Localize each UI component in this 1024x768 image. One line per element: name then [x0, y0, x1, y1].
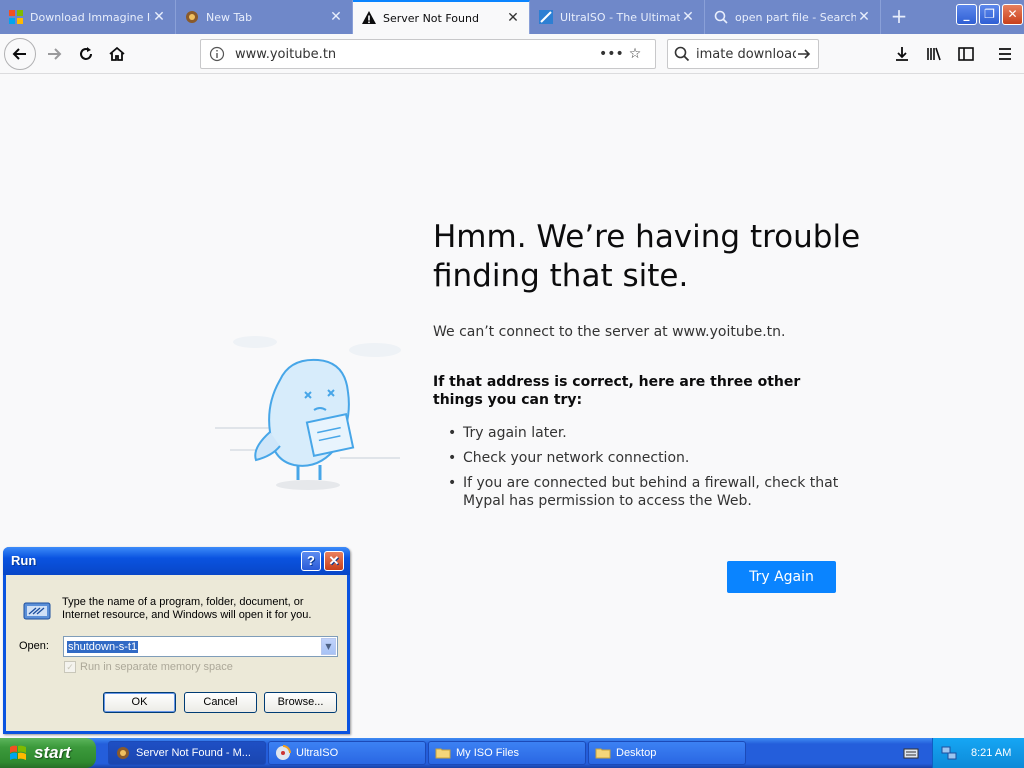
ultraiso-icon: [539, 10, 553, 24]
search-input[interactable]: imate download: [696, 47, 796, 62]
tab-close-icon[interactable]: ✕: [151, 9, 167, 25]
search-bar[interactable]: imate download: [667, 39, 819, 69]
sidebar-button[interactable]: [950, 38, 982, 70]
sidebar-icon: [958, 47, 974, 61]
taskbar-item-label: My ISO Files: [456, 747, 519, 759]
error-illustration: [215, 336, 401, 490]
library-icon: [927, 47, 941, 61]
suggestions-list: Try again later. Check your network conn…: [448, 424, 848, 517]
library-button[interactable]: [918, 38, 950, 70]
tab-open-part-file-search[interactable]: open part file - Search ✕: [705, 0, 881, 34]
close-button[interactable]: ✕: [324, 551, 344, 571]
cancel-button[interactable]: Cancel: [184, 692, 257, 713]
start-label: start: [34, 743, 71, 762]
tab-close-icon[interactable]: ✕: [680, 9, 696, 25]
tab-server-not-found[interactable]: Server Not Found ✕: [353, 0, 530, 34]
windows-logo-icon: [10, 745, 26, 760]
navigation-toolbar: www.yoitube.tn ••• ☆ imate download: [0, 34, 1024, 74]
tab-new-tab[interactable]: New Tab ✕: [176, 0, 353, 34]
list-item: Check your network connection.: [448, 449, 848, 467]
keyboard-icon[interactable]: [903, 746, 919, 760]
error-subtitle: If that address is correct, here are thr…: [433, 374, 801, 408]
back-icon: [12, 48, 26, 60]
mypal-icon: [186, 11, 198, 23]
taskbar-item-desktop[interactable]: Desktop: [588, 741, 746, 765]
reload-button[interactable]: [70, 38, 102, 70]
list-item: Try again later.: [448, 424, 848, 442]
tab-label: open part file - Search: [735, 10, 856, 24]
folder-icon: [595, 748, 611, 759]
url-text[interactable]: www.yoitube.tn: [235, 47, 599, 62]
taskbar: start Server Not Found - M... UltraISO M…: [0, 738, 1024, 768]
forward-icon: [48, 48, 62, 60]
reload-icon: [80, 47, 92, 60]
list-item: If you are connected but behind a firewa…: [448, 474, 848, 510]
warning-icon: [362, 11, 376, 24]
open-input[interactable]: shutdown-s-t1: [67, 640, 139, 653]
ok-button[interactable]: OK: [103, 692, 176, 713]
start-button[interactable]: start: [0, 738, 96, 768]
tab-label: New Tab: [206, 10, 253, 24]
open-label: Open:: [19, 640, 49, 652]
star-icon[interactable]: ☆: [623, 46, 647, 62]
search-icon: [714, 10, 728, 24]
home-button[interactable]: [101, 38, 133, 70]
info-icon[interactable]: [209, 46, 225, 62]
url-bar[interactable]: www.yoitube.tn ••• ☆: [200, 39, 656, 69]
tab-ultraiso[interactable]: UltraISO - The Ultimate ✕: [530, 0, 705, 34]
search-icon: [674, 46, 690, 62]
error-message: We can’t connect to the server at www.yo…: [433, 324, 786, 340]
minimize-button[interactable]: _: [956, 4, 977, 25]
taskbar-item-label: Desktop: [616, 747, 657, 759]
mypal-icon: [117, 747, 129, 759]
run-dialog-title: Run: [11, 553, 37, 568]
forward-button[interactable]: [38, 38, 70, 70]
network-icon[interactable]: [941, 745, 957, 761]
run-icon: [23, 602, 51, 620]
go-arrow-icon[interactable]: [796, 46, 812, 62]
more-icon[interactable]: •••: [599, 46, 624, 62]
taskbar-item-ultraiso[interactable]: UltraISO: [268, 741, 426, 765]
tab-close-icon[interactable]: ✕: [505, 10, 521, 26]
new-tab-button[interactable]: +: [886, 4, 912, 30]
home-icon: [109, 46, 125, 61]
clock[interactable]: 8:21 AM: [971, 747, 1011, 759]
tab-download-immagine-iso[interactable]: Download Immagine ISO ✕: [0, 0, 176, 34]
menu-icon: [999, 48, 1011, 60]
run-description: Type the name of a program, folder, docu…: [62, 596, 312, 621]
windows-logo-icon: [9, 10, 23, 24]
taskbar-item-my-iso-files[interactable]: My ISO Files: [428, 741, 586, 765]
checkbox-label: Run in separate memory space: [80, 661, 233, 673]
close-window-button[interactable]: ✕: [1002, 4, 1023, 25]
taskbar-item-label: Server Not Found - M...: [136, 747, 251, 759]
tab-close-icon[interactable]: ✕: [856, 9, 872, 25]
menu-button[interactable]: [989, 38, 1021, 70]
run-dialog-titlebar[interactable]: Run ? ✕: [3, 547, 350, 575]
tab-strip: Download Immagine ISO ✕ New Tab ✕ Server…: [0, 0, 1024, 34]
tab-close-icon[interactable]: ✕: [328, 9, 344, 25]
restore-button[interactable]: ❐: [979, 4, 1000, 25]
download-icon: [896, 47, 908, 61]
back-button[interactable]: [4, 38, 36, 70]
browse-button[interactable]: Browse...: [264, 692, 337, 713]
ultraiso-icon: [276, 745, 291, 760]
taskbar-item-server-not-found[interactable]: Server Not Found - M...: [108, 741, 266, 765]
open-combobox[interactable]: shutdown-s-t1 ▼: [63, 636, 338, 657]
tab-label: Server Not Found: [383, 11, 479, 25]
tab-label: UltraISO - The Ultimate: [560, 10, 680, 24]
downloads-button[interactable]: [886, 38, 918, 70]
separate-memory-checkbox: ✓ Run in separate memory space: [64, 661, 233, 673]
error-title: Hmm. We’re having trouble finding that s…: [433, 219, 861, 294]
tab-label: Download Immagine ISO: [30, 10, 151, 24]
try-again-button[interactable]: Try Again: [727, 561, 836, 593]
system-tray: 8:21 AM: [932, 738, 1024, 768]
checkbox-icon: ✓: [64, 661, 76, 673]
help-button[interactable]: ?: [301, 551, 321, 571]
chevron-down-icon[interactable]: ▼: [321, 638, 336, 655]
folder-icon: [435, 748, 451, 759]
run-dialog: Run ? ✕ Type the name of a program, fold…: [3, 547, 350, 734]
taskbar-item-label: UltraISO: [296, 747, 339, 759]
